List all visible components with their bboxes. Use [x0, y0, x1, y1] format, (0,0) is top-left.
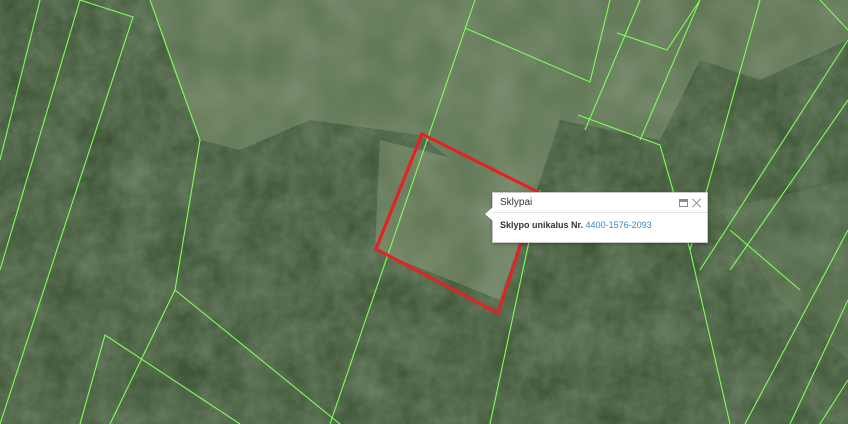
maximize-icon[interactable]: [679, 198, 688, 207]
satellite-map[interactable]: [0, 0, 848, 424]
popup-body: Sklypo unikalus Nr. 4400-1576-2093: [493, 213, 707, 237]
parcel-number-label: Sklypo unikalus Nr.: [500, 220, 584, 230]
popup-title: Sklypai: [500, 197, 533, 208]
popup-controls: [679, 193, 702, 212]
close-icon[interactable]: [692, 198, 702, 208]
parcel-info-popup: Sklypai Sklypo unikalus Nr. 4400-1576-20…: [485, 192, 708, 243]
popup-pointer: [485, 207, 493, 221]
popup-header: Sklypai: [493, 193, 707, 213]
map-view[interactable]: Sklypai Sklypo unikalus Nr. 4400-1576-20…: [0, 0, 848, 424]
parcel-number-link[interactable]: 4400-1576-2093: [586, 220, 652, 230]
